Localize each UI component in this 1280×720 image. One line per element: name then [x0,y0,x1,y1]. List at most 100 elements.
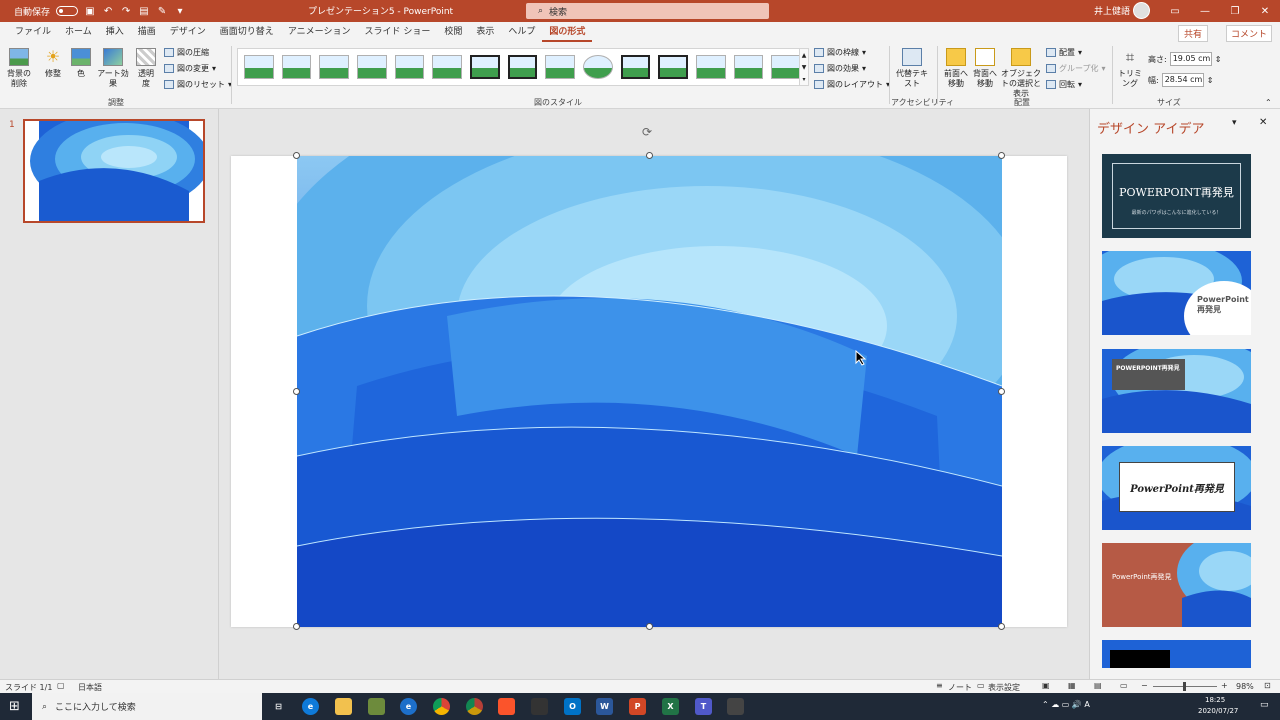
compress-button[interactable]: 図の圧縮 [164,47,209,58]
tab-animations[interactable]: アニメーション [281,22,358,42]
selection-pane-button[interactable]: オブジェクトの選択と表示 [1000,48,1042,99]
task-view-icon[interactable]: ⊟ [270,698,287,715]
rotate-button[interactable]: 回転 ▾ [1046,79,1082,90]
tab-picture-format[interactable]: 図の形式 [542,22,593,42]
style-item[interactable] [319,55,349,79]
minimize-icon[interactable]: — [1190,0,1220,22]
align-button[interactable]: 配置 ▾ [1046,47,1082,58]
picture-effects-button[interactable]: 図の効果 ▾ [814,63,866,74]
taskbar-time[interactable]: 18:25 [1205,695,1225,705]
windows-start-icon[interactable]: ⊞ [9,699,20,714]
remove-background-button[interactable]: 背景の削除 [6,48,32,89]
tab-help[interactable]: ヘルプ [501,22,542,42]
height-field[interactable]: 19.05 cm [1169,52,1212,66]
style-item[interactable] [281,55,312,79]
notification-icon[interactable]: ▭ [1260,700,1269,710]
zoom-level[interactable]: 98% [1236,682,1254,691]
design-idea[interactable] [1102,640,1251,668]
send-backward-button[interactable]: 背面へ移動 [971,48,999,89]
picture-layout-button[interactable]: 図のレイアウト ▾ [814,79,890,90]
tab-design[interactable]: デザイン [163,22,213,42]
color-button[interactable]: 色 [70,48,92,79]
excel-icon[interactable]: X [662,698,679,715]
style-item[interactable] [620,55,651,79]
tab-home[interactable]: ホーム [58,22,99,42]
taskbar-date[interactable]: 2020/07/27 [1198,706,1238,716]
chrome-icon[interactable] [433,698,450,715]
tray-icons[interactable]: ⌃ ☁ ▭ 🔊 A [1042,700,1090,710]
comment-button[interactable]: コメント [1226,25,1273,42]
selected-picture[interactable] [297,156,1002,627]
ribbon-display-icon[interactable]: ▭ [1160,0,1190,22]
user-name[interactable]: 井上健語 [1094,4,1130,17]
tab-insert[interactable]: 挿入 [99,22,131,42]
bring-forward-button[interactable]: 前面へ移動 [942,48,970,89]
tab-review[interactable]: 校閲 [437,22,469,42]
display-settings-button[interactable]: 表示設定 [988,682,1020,693]
undo-icon[interactable]: ↶ [102,5,114,17]
accessibility-check-icon[interactable]: ▢ [57,681,65,690]
app-icon[interactable] [727,698,744,715]
slideshow-view-icon[interactable]: ▭ [1120,681,1128,690]
ie-icon[interactable]: e [400,698,417,715]
redo-icon[interactable]: ↷ [120,5,132,17]
normal-view-icon[interactable]: ▣ [1042,681,1050,690]
save-icon[interactable]: ▣ [84,5,96,17]
reset-picture-button[interactable]: 図のリセット ▾ [164,79,232,90]
slide-thumbnail[interactable] [23,119,205,223]
outlook-icon[interactable]: O [564,698,581,715]
style-item[interactable] [469,55,500,79]
design-idea[interactable]: PowerPoint再発見 [1102,543,1251,627]
design-idea[interactable]: PowerPoint再発見 [1102,446,1251,530]
store-icon[interactable] [368,698,385,715]
style-item[interactable] [582,55,613,79]
file-explorer-icon[interactable] [335,698,352,715]
resize-handle[interactable] [646,623,653,630]
chevron-up-icon[interactable]: ▲ [802,52,807,59]
language-status[interactable]: 日本語 [78,682,102,693]
zoom-slider-thumb[interactable] [1183,682,1186,691]
reading-view-icon[interactable]: ▤ [1094,681,1102,690]
search-box[interactable]: ⌕ 検索 [526,3,769,19]
brave-icon[interactable] [498,698,515,715]
resize-handle[interactable] [646,152,653,159]
resize-handle[interactable] [293,152,300,159]
teams-icon[interactable]: T [695,698,712,715]
design-idea[interactable]: POWERPOINT再発見 [1102,349,1251,433]
style-item[interactable] [771,55,801,79]
format-painter-icon[interactable]: ✎ [156,5,168,17]
tab-view[interactable]: 表示 [469,22,501,42]
fit-to-window-icon[interactable]: ⊡ [1264,681,1271,690]
style-item[interactable] [394,55,425,79]
style-item[interactable] [733,55,764,79]
transparency-button[interactable]: 透明度 [136,48,156,89]
app-icon[interactable] [531,698,548,715]
word-icon[interactable]: W [596,698,613,715]
pane-close-icon[interactable]: ✕ [1259,117,1267,128]
change-picture-button[interactable]: 図の変更 ▾ [164,63,216,74]
resize-handle[interactable] [293,623,300,630]
chevron-down-icon[interactable]: ▼ [802,64,807,71]
present-icon[interactable]: ▤ [138,5,150,17]
resize-handle[interactable] [998,623,1005,630]
restore-icon[interactable]: ❐ [1220,0,1250,22]
close-icon[interactable]: ✕ [1250,0,1280,22]
gallery-scroll[interactable]: ▲ ▼ ▾ [799,48,809,86]
rotate-handle-icon[interactable]: ⟳ [642,125,652,139]
picture-border-button[interactable]: 図の枠線 ▾ [814,47,866,58]
edge-icon[interactable]: e [302,698,319,715]
zoom-in-icon[interactable]: + [1221,681,1228,690]
customize-qat-icon[interactable]: ▾ [174,5,186,17]
group-button[interactable]: グループ化 ▾ [1046,63,1106,74]
style-item[interactable] [244,55,274,79]
slide-sorter-icon[interactable]: ▦ [1068,681,1076,690]
style-item[interactable] [545,55,575,79]
width-field[interactable]: 28.54 cm [1161,73,1204,87]
style-item[interactable] [356,55,387,79]
share-button[interactable]: 共有 [1178,25,1209,42]
notes-button[interactable]: ノート [948,682,972,693]
style-item[interactable] [658,55,688,79]
resize-handle[interactable] [998,152,1005,159]
pane-options-icon[interactable]: ▾ [1232,118,1237,128]
width-stepper[interactable]: ⇕ [1207,76,1214,85]
